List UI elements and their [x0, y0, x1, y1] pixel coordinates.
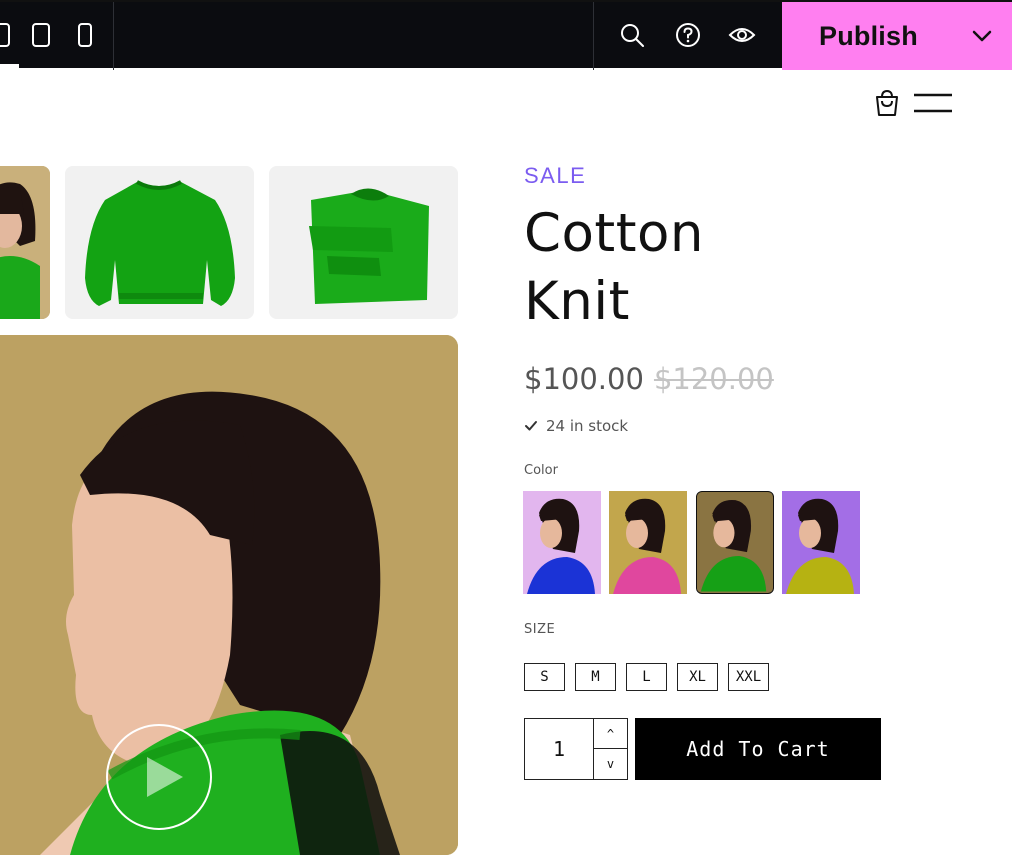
color-swatch-yellow[interactable]: [782, 491, 860, 594]
gallery-thumbnail-sweater-front[interactable]: [65, 166, 254, 319]
gallery-thumbnail-model[interactable]: [0, 166, 50, 319]
desktop-icon: [0, 23, 10, 47]
mobile-view-button[interactable]: [70, 20, 100, 50]
desktop-view-button[interactable]: [0, 20, 16, 50]
size-option-l[interactable]: L: [626, 663, 667, 691]
current-price: $100.00: [524, 362, 644, 396]
main-product-image: [0, 335, 458, 855]
color-swatch-green-selected[interactable]: [696, 491, 774, 594]
editor-toolbar: Publish: [0, 0, 1012, 70]
preview-eye-icon: [728, 28, 756, 42]
quantity-increment-button[interactable]: ^: [593, 719, 627, 749]
color-swatch-blue[interactable]: [523, 491, 601, 594]
toolbar-divider: [593, 2, 594, 70]
original-price: $120.00: [653, 362, 774, 396]
checkmark-icon: [525, 421, 537, 431]
size-option-s[interactable]: S: [524, 663, 565, 691]
preview-button[interactable]: [727, 20, 757, 50]
chevron-down-icon[interactable]: [970, 24, 994, 48]
help-button[interactable]: [673, 20, 703, 50]
size-option-xxl[interactable]: XXL: [728, 663, 769, 691]
gallery-thumbnail-sweater-folded[interactable]: [269, 166, 458, 319]
product-title-line: Cotton: [524, 203, 705, 264]
swatch-image-yellow: [782, 491, 860, 594]
swatch-image-blue: [523, 491, 601, 594]
mobile-icon: [78, 23, 92, 47]
color-swatch-pink[interactable]: [609, 491, 687, 594]
stock-text: 24 in stock: [546, 417, 629, 435]
product-title-line: Knit: [524, 271, 630, 332]
quantity-decrement-button[interactable]: v: [593, 749, 627, 779]
price: $100.00 $120.00: [524, 362, 774, 396]
size-option-m[interactable]: M: [575, 663, 616, 691]
size-label: SIZE: [524, 622, 556, 637]
hamburger-menu-icon[interactable]: [912, 92, 954, 114]
shopping-bag-icon[interactable]: [872, 88, 902, 118]
help-icon: [676, 23, 700, 47]
product-title: Cotton Knit: [524, 200, 824, 336]
sweater-folded-image: [269, 166, 458, 319]
quantity-stepper: 1 ^ v: [524, 718, 628, 780]
model-thumbnail-image: [0, 166, 50, 319]
toolbar-divider: [113, 2, 114, 70]
stock-status: 24 in stock: [524, 417, 628, 435]
sale-badge: SALE: [524, 163, 587, 188]
add-to-cart-button[interactable]: Add To Cart: [635, 718, 881, 780]
sweater-front-image: [65, 166, 254, 319]
tablet-view-button[interactable]: [26, 20, 56, 50]
tablet-icon: [32, 23, 50, 47]
active-view-indicator: [0, 64, 19, 68]
color-label: Color: [524, 463, 558, 478]
size-option-xl[interactable]: XL: [677, 663, 718, 691]
publish-button[interactable]: Publish: [782, 2, 1012, 70]
publish-label: Publish: [819, 20, 918, 51]
search-icon: [621, 24, 644, 47]
quantity-input[interactable]: 1: [525, 719, 593, 779]
play-icon[interactable]: [105, 723, 213, 831]
swatch-image-green: [697, 492, 772, 592]
search-button[interactable]: [617, 20, 647, 50]
swatch-image-pink: [609, 491, 687, 594]
model-portrait-image: [0, 335, 458, 855]
